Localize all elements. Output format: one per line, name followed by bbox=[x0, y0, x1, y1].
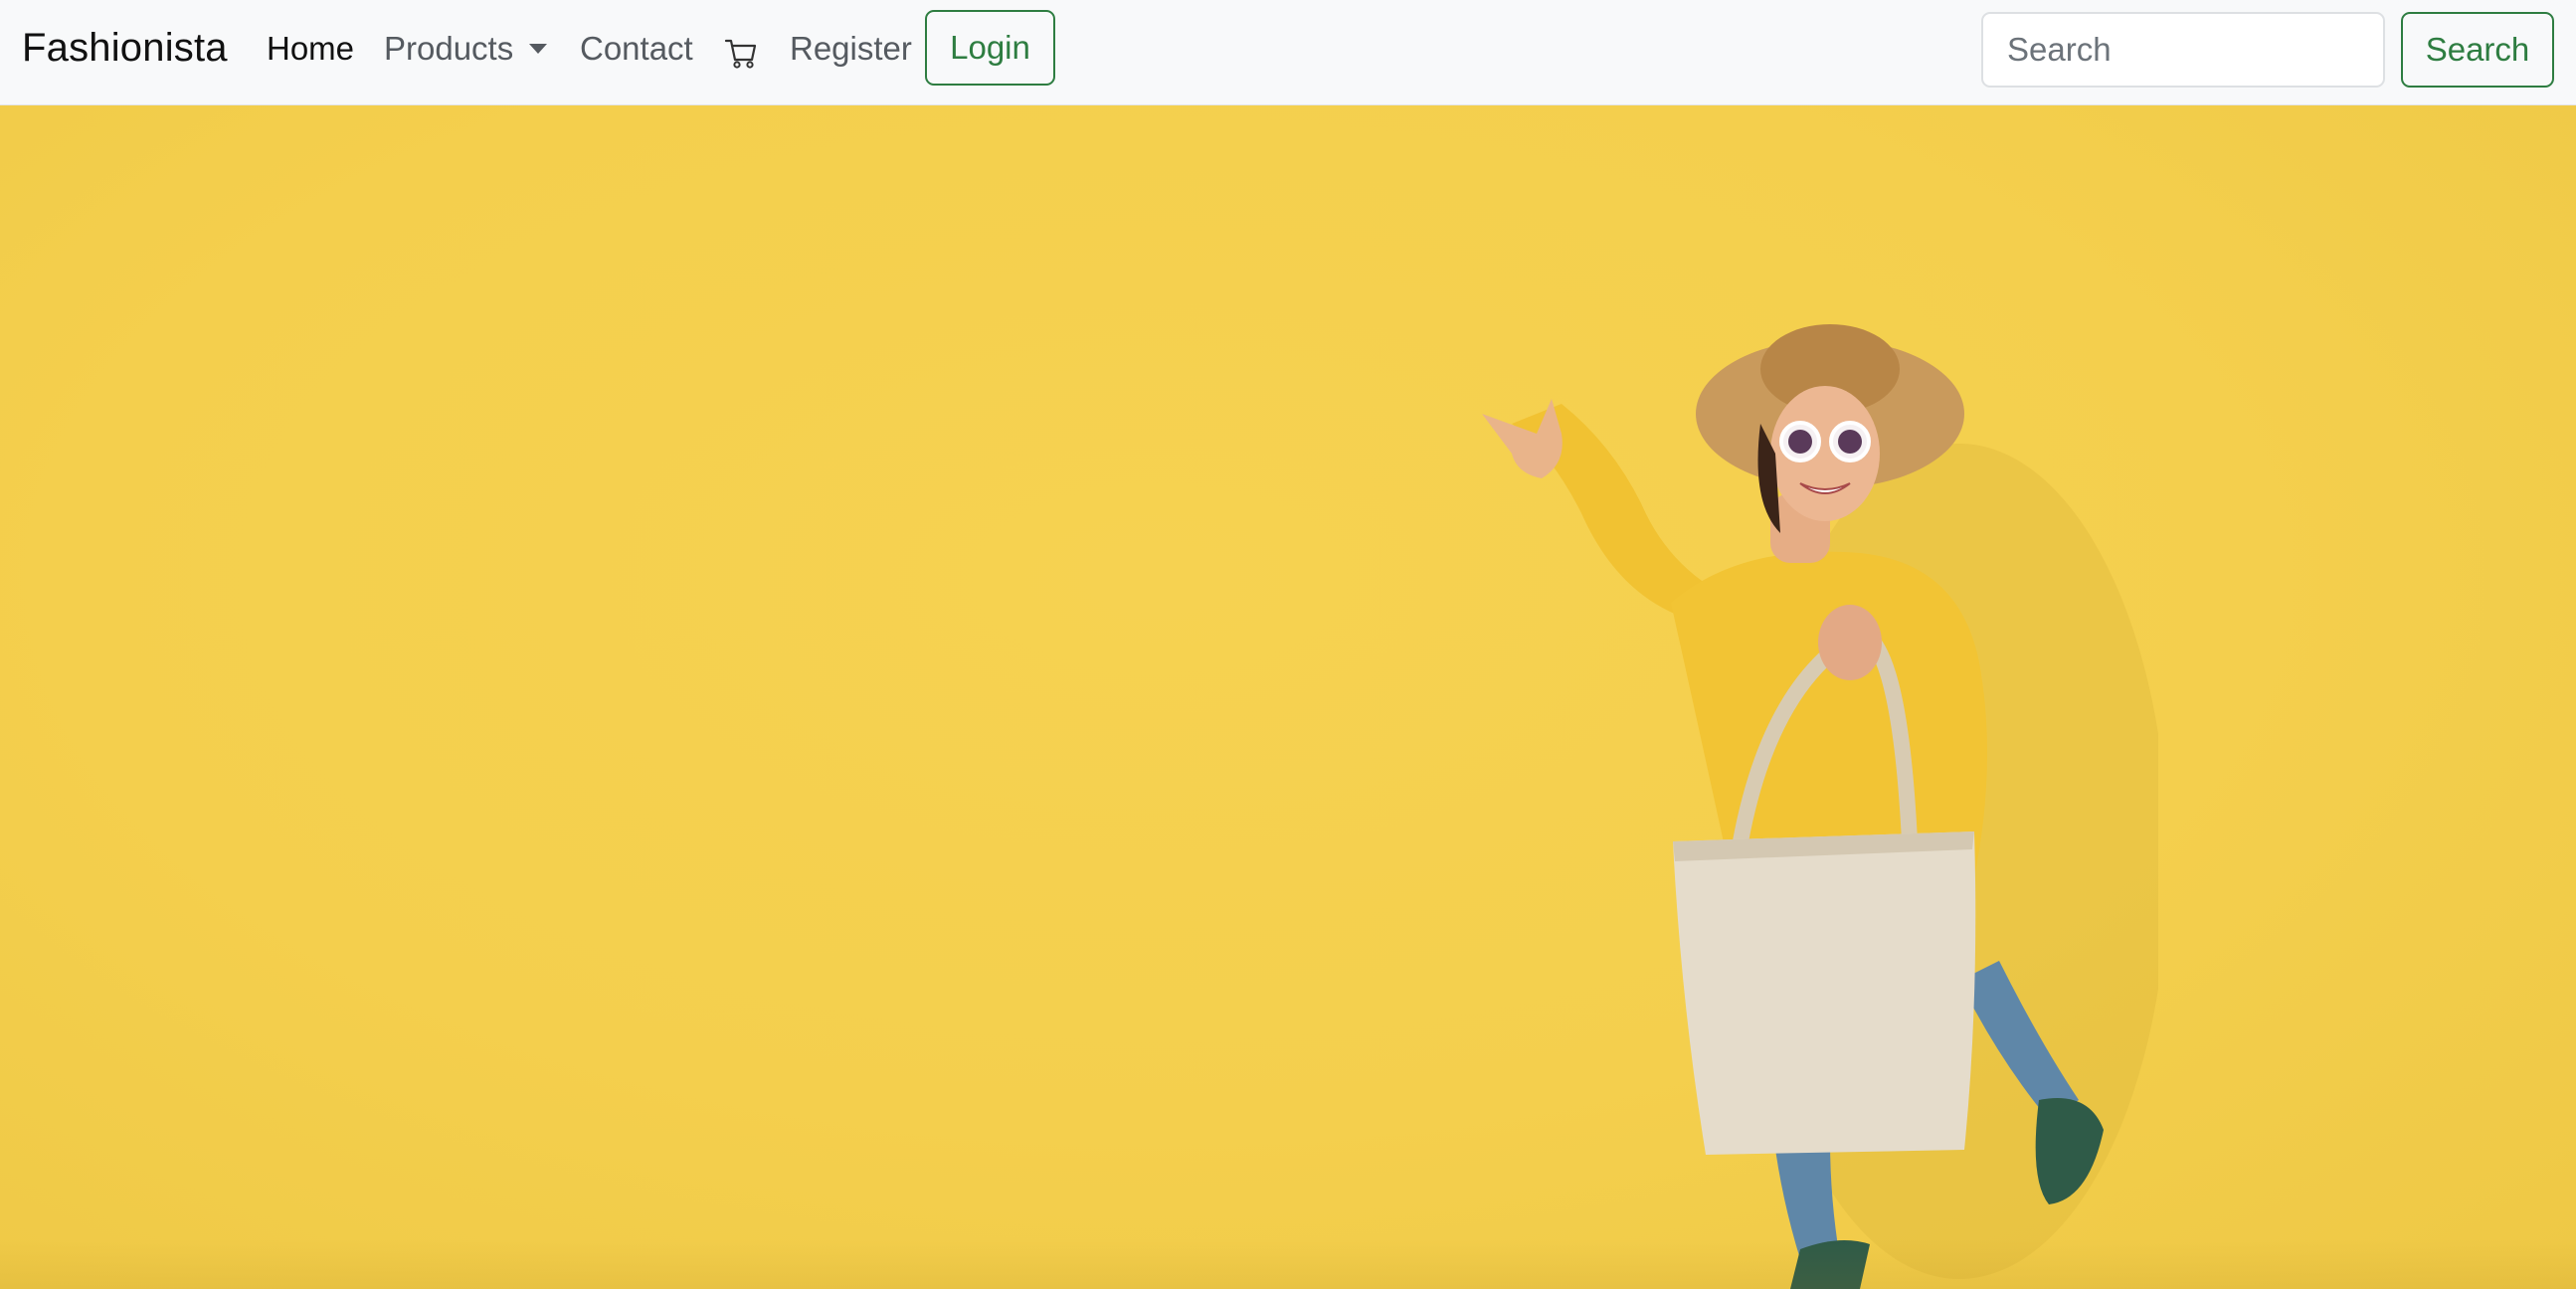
search-button[interactable]: Search bbox=[2401, 12, 2554, 88]
brand-logo[interactable]: Fashionista bbox=[22, 26, 228, 71]
nav-contact[interactable]: Contact bbox=[580, 30, 693, 68]
search-input[interactable] bbox=[1981, 12, 2385, 88]
hero-model-image bbox=[1482, 324, 2158, 1289]
cart-icon[interactable] bbox=[724, 36, 758, 70]
login-button[interactable]: Login bbox=[925, 10, 1055, 86]
nav-home[interactable]: Home bbox=[267, 30, 354, 68]
top-navbar: Fashionista Home Products Contact Regist… bbox=[0, 0, 2576, 105]
nav-products-label: Products bbox=[384, 30, 514, 67]
nav-register[interactable]: Register bbox=[790, 30, 912, 68]
cart-icon-svg bbox=[724, 39, 757, 69]
caret-down-icon bbox=[529, 44, 548, 54]
nav-products-dropdown[interactable]: Products bbox=[384, 30, 548, 68]
hero-bottom-shade bbox=[0, 1239, 2576, 1289]
hero-banner bbox=[0, 105, 2576, 1289]
